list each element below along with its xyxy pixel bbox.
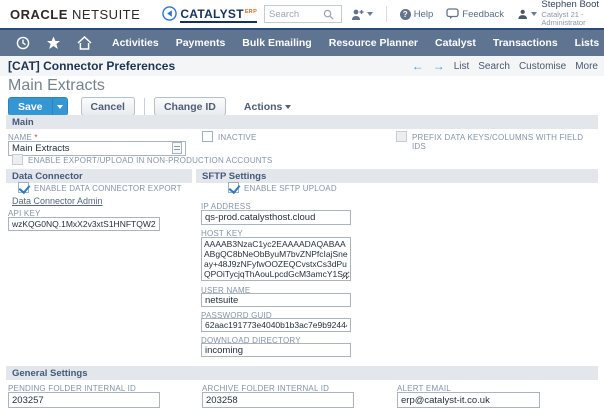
cancel-button[interactable]: Cancel bbox=[80, 97, 135, 116]
save-button-group: Save bbox=[8, 97, 68, 116]
data-connector-admin-link[interactable]: Data Connector Admin bbox=[12, 196, 103, 206]
chevron-down-icon bbox=[367, 12, 373, 16]
user-avatar-icon bbox=[518, 9, 527, 19]
change-id-button[interactable]: Change ID bbox=[153, 97, 226, 116]
inactive-label: INACTIVE bbox=[218, 133, 257, 142]
inactive-checkbox-row: INACTIVE bbox=[202, 131, 257, 142]
password-guid-input[interactable] bbox=[201, 318, 351, 332]
search-icon[interactable] bbox=[323, 9, 334, 20]
prefix-data-keys-checkbox[interactable] bbox=[396, 131, 407, 142]
list-link[interactable]: List bbox=[454, 61, 470, 72]
more-link[interactable]: More bbox=[575, 61, 598, 72]
nav-payments[interactable]: Payments bbox=[176, 37, 226, 49]
enable-export-nonprod-checkbox[interactable] bbox=[12, 154, 23, 165]
help-icon: ? bbox=[399, 8, 411, 20]
name-field-list-icon[interactable] bbox=[172, 142, 182, 154]
archive-folder-input[interactable] bbox=[202, 392, 354, 408]
help-label: Help bbox=[413, 8, 434, 20]
catalyst-erp-sup: ERP bbox=[244, 9, 258, 15]
section-data-connector: Data Connector bbox=[6, 169, 192, 183]
actions-menu-button[interactable]: Actions bbox=[244, 101, 292, 113]
section-general-settings: General Settings bbox=[6, 366, 598, 380]
oracle-brand: ORACLE bbox=[10, 6, 68, 22]
enable-export-nonprod-label: ENABLE EXPORT/UPLOAD IN NON-PRODUCTION A… bbox=[28, 156, 273, 165]
forward-arrow-icon[interactable]: → bbox=[433, 59, 445, 73]
pending-folder-input[interactable] bbox=[8, 392, 160, 408]
page-header: [CAT] Connector Preferences ← → List Sea… bbox=[0, 56, 604, 76]
help-button[interactable]: ? Help bbox=[399, 8, 434, 20]
nav-more-button[interactable]: ... bbox=[578, 37, 590, 49]
customise-link[interactable]: Customise bbox=[519, 61, 566, 72]
feedback-button[interactable]: Feedback bbox=[446, 8, 504, 20]
global-search-input[interactable] bbox=[265, 8, 323, 20]
shortcuts-star-icon[interactable] bbox=[46, 36, 61, 50]
record-title: Main Extracts bbox=[8, 77, 105, 94]
section-sftp-settings: SFTP Settings bbox=[196, 169, 598, 183]
action-button-row: Save Cancel Change ID Actions bbox=[8, 97, 292, 116]
global-search[interactable] bbox=[264, 5, 342, 23]
alert-email-input[interactable] bbox=[397, 392, 540, 408]
download-directory-input[interactable] bbox=[201, 343, 351, 357]
netsuite-app: ORACLE NETSUITE CATALYSTERP Search ? Hel… bbox=[0, 0, 604, 414]
button-divider bbox=[143, 98, 145, 115]
topbar-divider bbox=[386, 6, 387, 22]
search-link[interactable]: Search bbox=[478, 61, 510, 72]
nonprod-checkbox-row: ENABLE EXPORT/UPLOAD IN NON-PRODUCTION A… bbox=[12, 154, 272, 165]
user-menu[interactable]: Stephen Boot Catalyst 21 - Administrator bbox=[517, 0, 604, 28]
api-key-input[interactable] bbox=[8, 217, 160, 231]
enable-data-connector-row: ENABLE DATA CONNECTOR EXPORT bbox=[18, 182, 182, 193]
actions-label: Actions bbox=[243, 100, 283, 113]
nav-activities[interactable]: Activities bbox=[112, 37, 159, 49]
host-key-textarea[interactable]: AAAAB3NzaC1yc2EAAAADAQABAAABgQC8bNeObByu… bbox=[201, 237, 351, 281]
prefix-checkbox-row: PREFIX DATA KEYS/COLUMNS WITH FIELD IDS bbox=[396, 131, 596, 151]
quick-add-menu[interactable] bbox=[350, 8, 373, 21]
save-button[interactable]: Save bbox=[9, 98, 52, 115]
user-info: Stephen Boot Catalyst 21 - Administrator bbox=[541, 0, 604, 28]
prefix-data-keys-label: PREFIX DATA KEYS/COLUMNS WITH FIELD IDS bbox=[412, 133, 584, 151]
nav-resource-planner[interactable]: Resource Planner bbox=[329, 37, 418, 49]
user-name-input[interactable] bbox=[201, 293, 351, 307]
enable-sftp-checkbox[interactable] bbox=[228, 182, 239, 193]
catalyst-logo: CATALYSTERP bbox=[162, 5, 258, 23]
save-dropdown-button[interactable] bbox=[51, 98, 67, 115]
feedback-bubble-icon bbox=[446, 8, 459, 19]
nav-bulk-emailing[interactable]: Bulk Emailing bbox=[242, 37, 311, 49]
netsuite-brand: NETSUITE bbox=[72, 6, 141, 22]
recent-records-icon[interactable] bbox=[16, 36, 30, 50]
ip-address-input[interactable] bbox=[201, 210, 351, 225]
section-main: Main bbox=[6, 115, 598, 129]
user-role: Catalyst 21 - Administrator bbox=[541, 9, 586, 28]
enable-data-connector-label: ENABLE DATA CONNECTOR EXPORT bbox=[34, 184, 182, 193]
enable-data-connector-checkbox[interactable] bbox=[18, 182, 29, 193]
chevron-down-icon bbox=[56, 104, 63, 109]
chevron-down-icon bbox=[531, 12, 538, 16]
quick-add-person-icon[interactable] bbox=[350, 8, 364, 21]
oracle-netsuite-logo: ORACLE NETSUITE bbox=[10, 7, 140, 22]
enable-sftp-label: ENABLE SFTP UPLOAD bbox=[244, 184, 337, 193]
topbar-icons: ? Help Feedback Stephen Boot Catalyst 21… bbox=[350, 0, 604, 28]
back-arrow-icon[interactable]: ← bbox=[412, 59, 424, 73]
page-header-links: ← → List Search Customise More bbox=[412, 59, 598, 73]
inactive-checkbox[interactable] bbox=[202, 131, 213, 142]
enable-sftp-row: ENABLE SFTP UPLOAD bbox=[228, 182, 337, 193]
home-icon[interactable] bbox=[77, 36, 92, 50]
page-title: [CAT] Connector Preferences bbox=[8, 59, 176, 73]
catalyst-circle-icon bbox=[162, 6, 178, 21]
catalyst-brand-text: CATALYSTERP bbox=[180, 7, 258, 23]
nav-menu: Activities Payments Bulk Emailing Resour… bbox=[112, 37, 604, 49]
nav-catalyst[interactable]: Catalyst bbox=[435, 37, 476, 49]
nav-transactions[interactable]: Transactions bbox=[493, 37, 558, 49]
top-bar: ORACLE NETSUITE CATALYSTERP Search ? Hel… bbox=[0, 0, 604, 28]
chevron-down-icon bbox=[285, 104, 292, 109]
main-nav: Activities Payments Bulk Emailing Resour… bbox=[0, 30, 604, 56]
feedback-label: Feedback bbox=[462, 8, 505, 20]
